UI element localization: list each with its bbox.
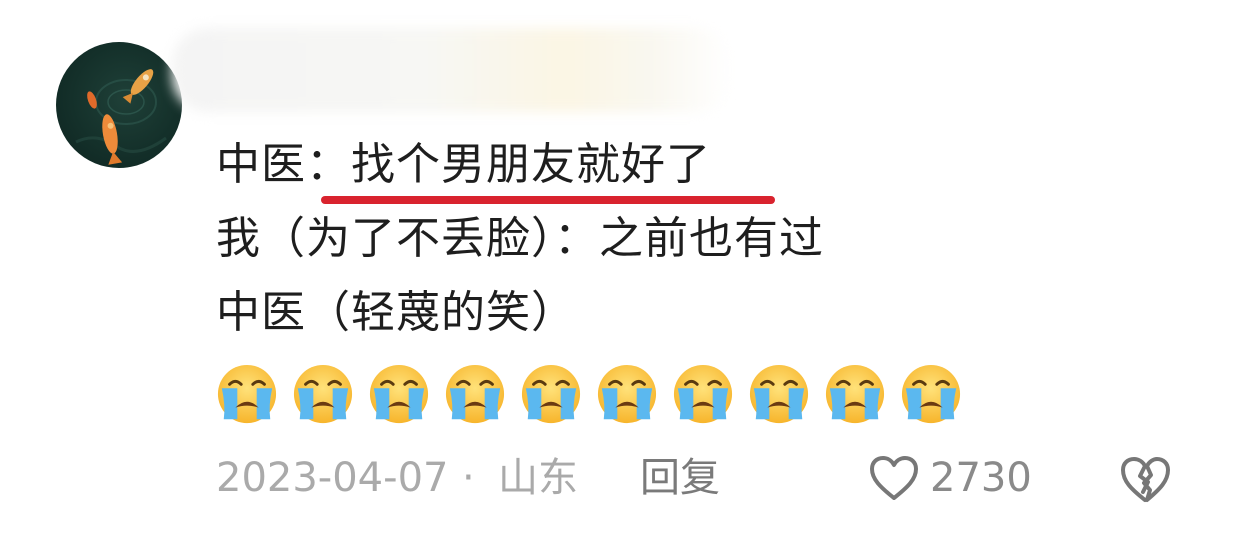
comment-line-2: 我（为了不丢脸）：之前也有过	[216, 213, 824, 264]
highlighted-text: 找个男朋友就好了	[321, 128, 775, 204]
like-count: 2730	[930, 455, 1032, 501]
red-underline	[321, 196, 775, 204]
comment-line-3: 中医（轻蔑的笑）	[216, 287, 576, 338]
loudly-crying-face-icon	[901, 364, 961, 424]
loudly-crying-face-icon	[673, 364, 733, 424]
comment-meta: 2023-04-07 · 山东 回复 2730	[216, 448, 1196, 508]
emoji-row	[216, 358, 1156, 430]
reply-button[interactable]: 回复	[640, 448, 720, 508]
loudly-crying-face-icon	[749, 364, 809, 424]
comment-location: 山东	[498, 455, 578, 501]
loudly-crying-face-icon	[369, 364, 429, 424]
loudly-crying-face-icon	[521, 364, 581, 424]
comment-line-1-prefix: 中医：	[216, 139, 351, 190]
username-blurred	[172, 28, 732, 112]
meta-separator: ·	[462, 455, 475, 501]
heart-outline-icon	[870, 456, 918, 500]
highlighted-text-content: 找个男朋友就好了	[351, 139, 711, 190]
comment-date: 2023-04-07	[216, 455, 449, 501]
loudly-crying-face-icon	[293, 364, 353, 424]
broken-heart-icon[interactable]	[1118, 454, 1172, 504]
comment-line-1: 中医：找个男朋友就好了	[216, 128, 1156, 204]
comment-body: 中医：找个男朋友就好了 我（为了不丢脸）：之前也有过 中医（轻蔑的笑）	[216, 128, 1156, 430]
loudly-crying-face-icon	[217, 364, 277, 424]
avatar[interactable]	[56, 42, 182, 168]
loudly-crying-face-icon	[445, 364, 505, 424]
loudly-crying-face-icon	[597, 364, 657, 424]
like-button[interactable]: 2730	[868, 448, 1032, 508]
loudly-crying-face-icon	[825, 364, 885, 424]
